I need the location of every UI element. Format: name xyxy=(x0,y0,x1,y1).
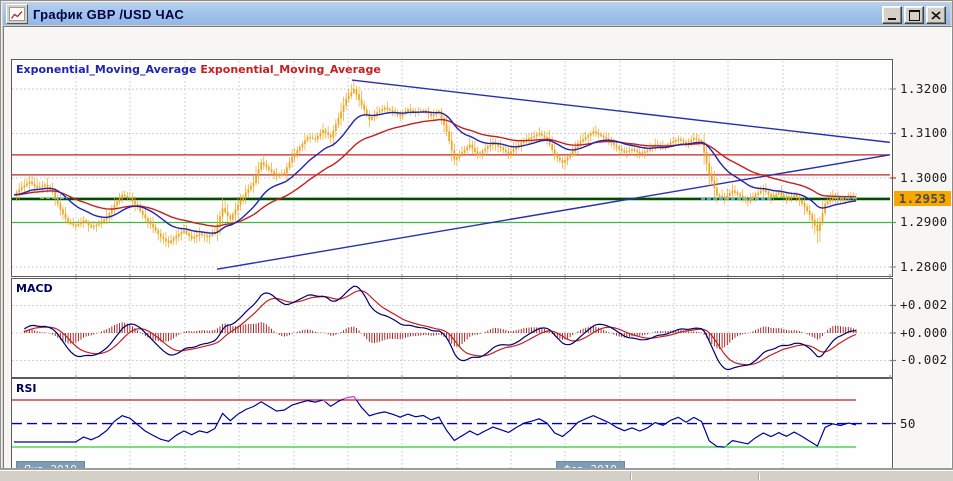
rsi-panel-label: RSI xyxy=(16,382,37,395)
chart-client-area: Exponential_Moving_Average Exponential_M… xyxy=(3,26,952,481)
macd-panel-label: MACD xyxy=(16,282,53,295)
chart-window: График GBP /USD ЧАС Exponential_Moving_A… xyxy=(0,0,953,481)
current-price-tag: 1.2953 xyxy=(894,191,951,207)
legend-ema-fast: Exponential_Moving_Average xyxy=(16,63,197,76)
price-axis-label: 1.3100 xyxy=(900,125,948,141)
status-divider xyxy=(758,473,759,480)
rsi-axis-label: 50 xyxy=(900,415,916,431)
macd-panel[interactable] xyxy=(11,278,893,378)
close-icon xyxy=(931,10,941,20)
macd-axis-label: -0.002 xyxy=(900,352,948,368)
indicator-legend: Exponential_Moving_Average Exponential_M… xyxy=(16,63,381,76)
close-button[interactable] xyxy=(926,6,946,24)
legend-ema-slow: Exponential_Moving_Average xyxy=(200,63,381,76)
maximize-icon xyxy=(908,9,920,21)
rsi-panel[interactable] xyxy=(11,378,893,478)
macd-axis-label: +0.002 xyxy=(900,297,948,313)
window-menu-button[interactable] xyxy=(6,4,28,24)
main-chart-panel[interactable] xyxy=(11,59,893,277)
maximize-button[interactable] xyxy=(904,6,924,24)
window-title: График GBP /USD ЧАС xyxy=(33,6,185,22)
price-axis-label: 1.2900 xyxy=(900,214,948,230)
title-bar: График GBP /USD ЧАС xyxy=(3,3,950,25)
status-bar xyxy=(0,470,953,481)
price-axis-label: 1.3200 xyxy=(900,80,948,96)
chart-icon xyxy=(9,7,25,21)
minimize-button[interactable] xyxy=(882,6,902,24)
price-axis-label: 1.2800 xyxy=(900,258,948,274)
price-axis-label: 1.3000 xyxy=(900,169,948,185)
minimize-icon xyxy=(888,18,896,20)
macd-axis-label: +0.000 xyxy=(900,324,948,340)
status-divider xyxy=(630,473,631,480)
